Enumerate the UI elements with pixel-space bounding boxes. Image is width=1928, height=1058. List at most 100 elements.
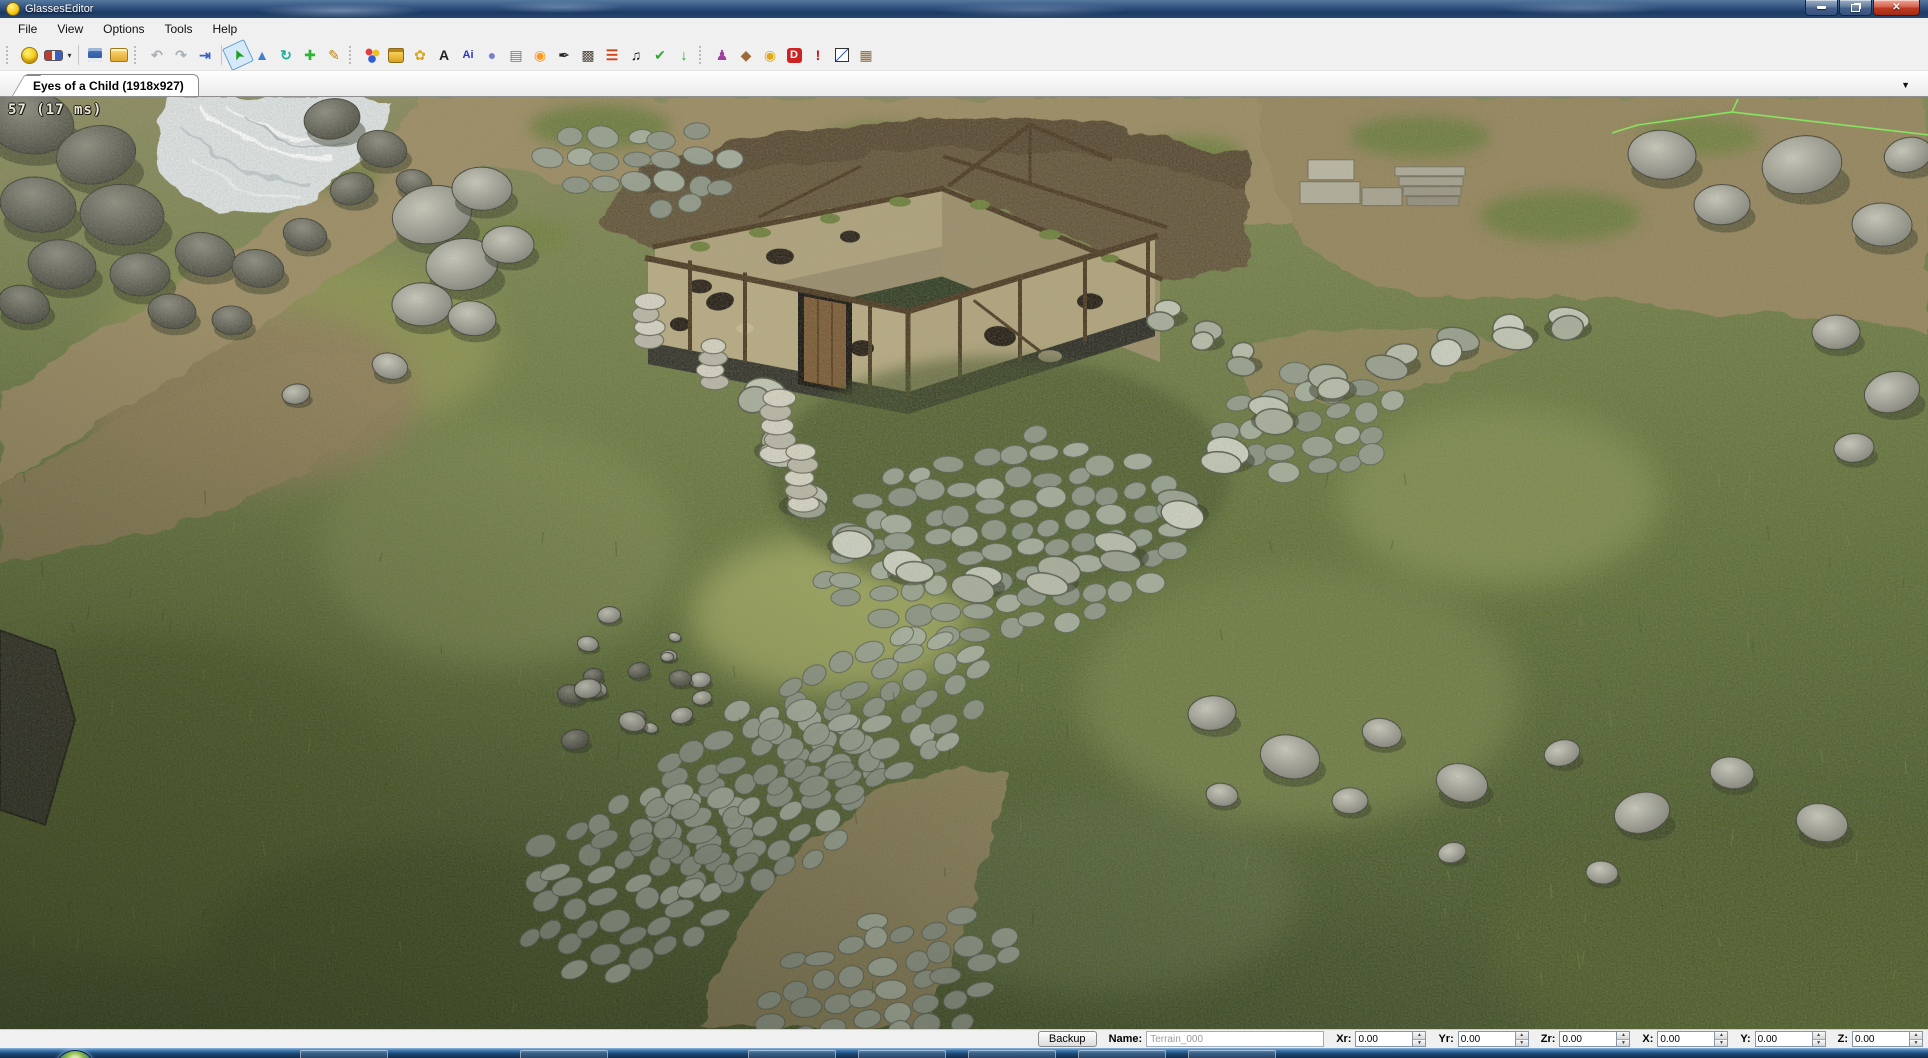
viewport-3d[interactable]: 57 (17 ms) — [0, 97, 1928, 1029]
stereo-view-tool-icon[interactable] — [41, 43, 65, 67]
xr-spinner: ▲ ▼ — [1412, 1031, 1427, 1047]
window-title: GlassesEditor — [25, 3, 94, 15]
undo-button[interactable]: ↶ — [145, 43, 169, 67]
backup-button[interactable]: Backup — [1037, 1031, 1097, 1047]
character-tool[interactable]: ♟ — [710, 43, 734, 67]
yr-input[interactable] — [1457, 1031, 1515, 1047]
menubar: File View Options Tools Help — [0, 18, 1928, 40]
sphere-tool[interactable]: ● — [480, 43, 504, 67]
y-label: Y: — [1740, 1033, 1751, 1045]
import-tool[interactable]: ↓ — [672, 43, 696, 67]
taskbar-button[interactable] — [968, 1050, 1056, 1058]
xr-label: Xr: — [1336, 1033, 1352, 1045]
font-size-tool[interactable]: A — [432, 43, 456, 67]
properties-tool[interactable]: ✎ — [322, 43, 346, 67]
save-icon — [88, 48, 102, 62]
layers-tool[interactable]: ☰ — [600, 43, 624, 67]
toolbar-grip — [6, 46, 14, 64]
rotate-tool[interactable]: ↻ — [274, 43, 298, 67]
save-button-icon[interactable] — [83, 43, 107, 67]
taskbar-button[interactable] — [1188, 1050, 1276, 1058]
windows-taskbar — [0, 1048, 1928, 1058]
toolbar-grip — [134, 46, 142, 64]
cube-icon — [835, 48, 849, 62]
taskbar-button[interactable] — [858, 1050, 946, 1058]
folder-icon — [110, 48, 128, 62]
alert-tool[interactable]: ! — [806, 43, 830, 67]
vignette — [0, 97, 1928, 1029]
x-spinner: ▲ ▼ — [1714, 1031, 1729, 1047]
stereo-view-caret-icon[interactable]: ▾ — [65, 51, 74, 60]
move-tool[interactable]: ▲ — [250, 43, 274, 67]
name-input[interactable] — [1146, 1031, 1325, 1047]
chest-tool[interactable]: ◆ — [734, 43, 758, 67]
tabbar: Eyes of a Child (1918x927) ▼ — [0, 71, 1928, 97]
zr-input[interactable] — [1559, 1031, 1617, 1047]
z-input[interactable] — [1852, 1031, 1909, 1047]
name-label: Name: — [1108, 1033, 1143, 1045]
tab-eyes-of-a-child[interactable]: Eyes of a Child (1918x927) — [26, 74, 199, 96]
restore-button[interactable] — [1839, 0, 1872, 16]
check-pen-tool[interactable]: ✔ — [648, 43, 672, 67]
bag-icon — [388, 47, 404, 63]
z-spin-down[interactable]: ▼ — [1910, 1038, 1922, 1046]
xr-input[interactable] — [1355, 1031, 1413, 1047]
xr-spin-down[interactable]: ▼ — [1413, 1038, 1426, 1046]
app-window: GlassesEditor ✕ File View Options Tools Help… — [0, 0, 1928, 1058]
redo-button[interactable]: ↷ — [169, 43, 193, 67]
menu-options[interactable]: Options — [93, 19, 154, 39]
smiley-tool-icon[interactable] — [17, 43, 41, 67]
menu-tools[interactable]: Tools — [155, 19, 203, 39]
y-input[interactable] — [1754, 1031, 1812, 1047]
texture-tool[interactable]: ▩ — [576, 43, 600, 67]
toolbar-separator — [78, 45, 79, 65]
glasses-icon — [43, 49, 63, 61]
menu-help[interactable]: Help — [203, 19, 248, 39]
taskbar-button[interactable] — [748, 1050, 836, 1058]
statusbar: Backup Name: Xr: ▲▼ Yr: ▲▼ Zr: ▲▼ X: ▲▼ Y: ▲▼ Z: ▲▼ — [0, 1029, 1928, 1048]
scene-canvas[interactable] — [0, 97, 1928, 1029]
cube-tool-icon[interactable] — [830, 43, 854, 67]
goto-line-tool[interactable]: ⇥ — [193, 43, 217, 67]
start-button[interactable] — [56, 1050, 94, 1058]
restore-icon — [1851, 3, 1860, 12]
menu-file[interactable]: File — [8, 19, 47, 39]
sound-tool[interactable]: ♫ — [624, 43, 648, 67]
taskbar-button[interactable] — [300, 1050, 388, 1058]
x-spin-down[interactable]: ▼ — [1715, 1038, 1728, 1046]
x-input[interactable] — [1657, 1031, 1715, 1047]
paintbrush-tool[interactable]: ✒ — [552, 43, 576, 67]
coin-tool[interactable]: ◉ — [758, 43, 782, 67]
y-spin-down[interactable]: ▼ — [1812, 1038, 1825, 1046]
x-label: X: — [1642, 1033, 1654, 1045]
yr-label: Yr: — [1438, 1033, 1454, 1045]
minimize-button[interactable] — [1805, 0, 1838, 16]
close-icon: ✕ — [1892, 2, 1901, 13]
pack-tool-icon[interactable] — [384, 43, 408, 67]
z-spinner: ▲ ▼ — [1909, 1031, 1923, 1047]
tab-list-dropdown[interactable]: ▼ — [1901, 80, 1910, 90]
close-button[interactable]: ✕ — [1873, 0, 1920, 16]
z-label: Z: — [1837, 1033, 1848, 1045]
flower-settings-tool[interactable]: ✿ — [408, 43, 432, 67]
objects-tool-icon[interactable] — [360, 43, 384, 67]
dialog-tool[interactable]: ▤ — [504, 43, 528, 67]
zr-spin-down[interactable]: ▼ — [1617, 1038, 1630, 1046]
document-tool[interactable]: D — [782, 43, 806, 67]
tab-label: Eyes of a Child (1918x927) — [33, 78, 184, 93]
taskbar-button[interactable] — [1078, 1050, 1166, 1058]
yr-spin-down[interactable]: ▼ — [1515, 1038, 1528, 1046]
minimize-icon — [1817, 6, 1826, 9]
titlebar: GlassesEditor ✕ — [0, 0, 1928, 18]
taskbar-button[interactable] — [520, 1050, 608, 1058]
yr-spinner: ▲ ▼ — [1514, 1031, 1529, 1047]
open-button-icon[interactable] — [107, 43, 131, 67]
app-icon — [6, 2, 20, 16]
light-tool[interactable]: ◉ — [528, 43, 552, 67]
menu-view[interactable]: View — [47, 19, 93, 39]
ai-text-tool[interactable]: Ai — [456, 43, 480, 67]
toolbar: ▾ ↶ ↷ ⇥ ➤ ▲ ↻ ✚ ✎ ✿ A Ai ● ▤ ◉ ✒ ▩ ☰ ♫ ✔ ↓ ♟ ◆ ◉ D! ▦ — [0, 39, 1928, 71]
grid-tool[interactable]: ▦ — [854, 43, 878, 67]
zr-spinner: ▲ ▼ — [1616, 1031, 1631, 1047]
scale-tool[interactable]: ✚ — [298, 43, 322, 67]
